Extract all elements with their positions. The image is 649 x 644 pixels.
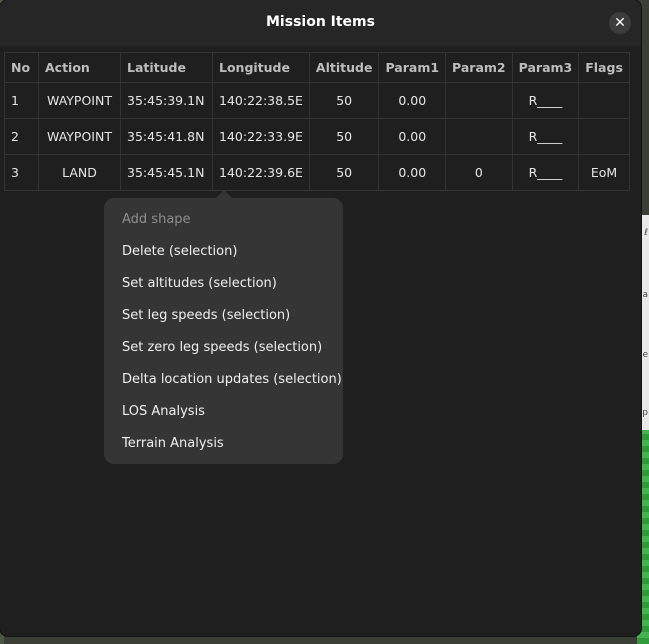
cell-flags[interactable]: EoM [578,154,630,191]
column-header-param1[interactable]: Param1 [378,52,447,83]
menu-item-set-zero-leg-speeds[interactable]: Set zero leg speeds (selection) [122,340,322,355]
cell-param2[interactable]: 0 [445,154,513,191]
menu-item-delta-location-updates[interactable]: Delta location updates (selection) [122,372,342,387]
cell-param3[interactable]: R____ [511,154,580,191]
cell-param3[interactable]: R____ [511,82,580,119]
cell-latitude[interactable]: 35:45:39.1N [120,82,213,119]
menu-item-set-leg-speeds[interactable]: Set leg speeds (selection) [122,308,290,323]
mission-items-dialog: Mission Items ✕ No Action Latitude Longi… [0,0,641,636]
cell-no[interactable]: 3 [4,154,39,191]
column-header-flags[interactable]: Flags [578,52,630,83]
table-row[interactable]: 3 LAND 35:45:45.1N 140:22:39.6E 50 0.00 … [4,154,630,191]
cell-param1[interactable]: 0.00 [378,82,447,119]
cell-param3[interactable]: R____ [511,118,580,155]
side-glyph: e [642,350,648,360]
mission-items-table: No Action Latitude Longitude Altitude Pa… [4,52,630,191]
cell-param1[interactable]: 0.00 [378,154,447,191]
cell-longitude[interactable]: 140:22:38.5E [212,82,310,119]
cell-action[interactable]: WAYPOINT [38,82,121,119]
cell-longitude[interactable]: 140:22:39.6E [212,154,310,191]
cell-param1[interactable]: 0.00 [378,118,447,155]
menu-item-delete-selection[interactable]: Delete (selection) [122,244,237,259]
menu-item-terrain-analysis[interactable]: Terrain Analysis [122,436,224,451]
cell-altitude[interactable]: 50 [308,82,380,119]
side-glyph: a [642,290,648,300]
menu-item-set-altitudes[interactable]: Set altitudes (selection) [122,276,277,291]
column-header-param2[interactable]: Param2 [445,52,513,83]
column-header-latitude[interactable]: Latitude [120,52,213,83]
dialog-title: Mission Items [266,14,375,30]
table-row[interactable]: 1 WAYPOINT 35:45:39.1N 140:22:38.5E 50 0… [4,82,630,119]
cell-latitude[interactable]: 35:45:41.8N [120,118,213,155]
table-header-row: No Action Latitude Longitude Altitude Pa… [4,52,630,83]
cell-flags[interactable] [578,118,630,155]
column-header-altitude[interactable]: Altitude [308,52,380,83]
context-menu: Add shape Delete (selection) Set altitud… [104,190,343,464]
column-header-param3[interactable]: Param3 [511,52,580,83]
cell-param2[interactable] [445,118,513,155]
column-header-no[interactable]: No [4,52,39,83]
cell-action[interactable]: WAYPOINT [38,118,121,155]
cell-flags[interactable] [578,82,630,119]
menu-item-los-analysis[interactable]: LOS Analysis [122,404,205,419]
cell-action[interactable]: LAND [38,154,121,191]
close-icon: ✕ [614,15,626,31]
cell-altitude[interactable]: 50 [308,118,380,155]
cell-altitude[interactable]: 50 [308,154,380,191]
side-glyph: ℓ [644,228,648,238]
close-button[interactable]: ✕ [609,12,631,34]
column-header-action[interactable]: Action [38,52,121,83]
cell-latitude[interactable]: 35:45:45.1N [120,154,213,191]
cell-no[interactable]: 2 [4,118,39,155]
cell-no[interactable]: 1 [4,82,39,119]
cell-param2[interactable] [445,82,513,119]
column-header-longitude[interactable]: Longitude [212,52,310,83]
cell-longitude[interactable]: 140:22:33.9E [212,118,310,155]
table-row[interactable]: 2 WAYPOINT 35:45:41.8N 140:22:33.9E 50 0… [4,118,630,155]
side-glyph: p [642,408,648,418]
dialog-titlebar: Mission Items ✕ [0,0,641,46]
menu-item-add-shape: Add shape [122,212,191,227]
